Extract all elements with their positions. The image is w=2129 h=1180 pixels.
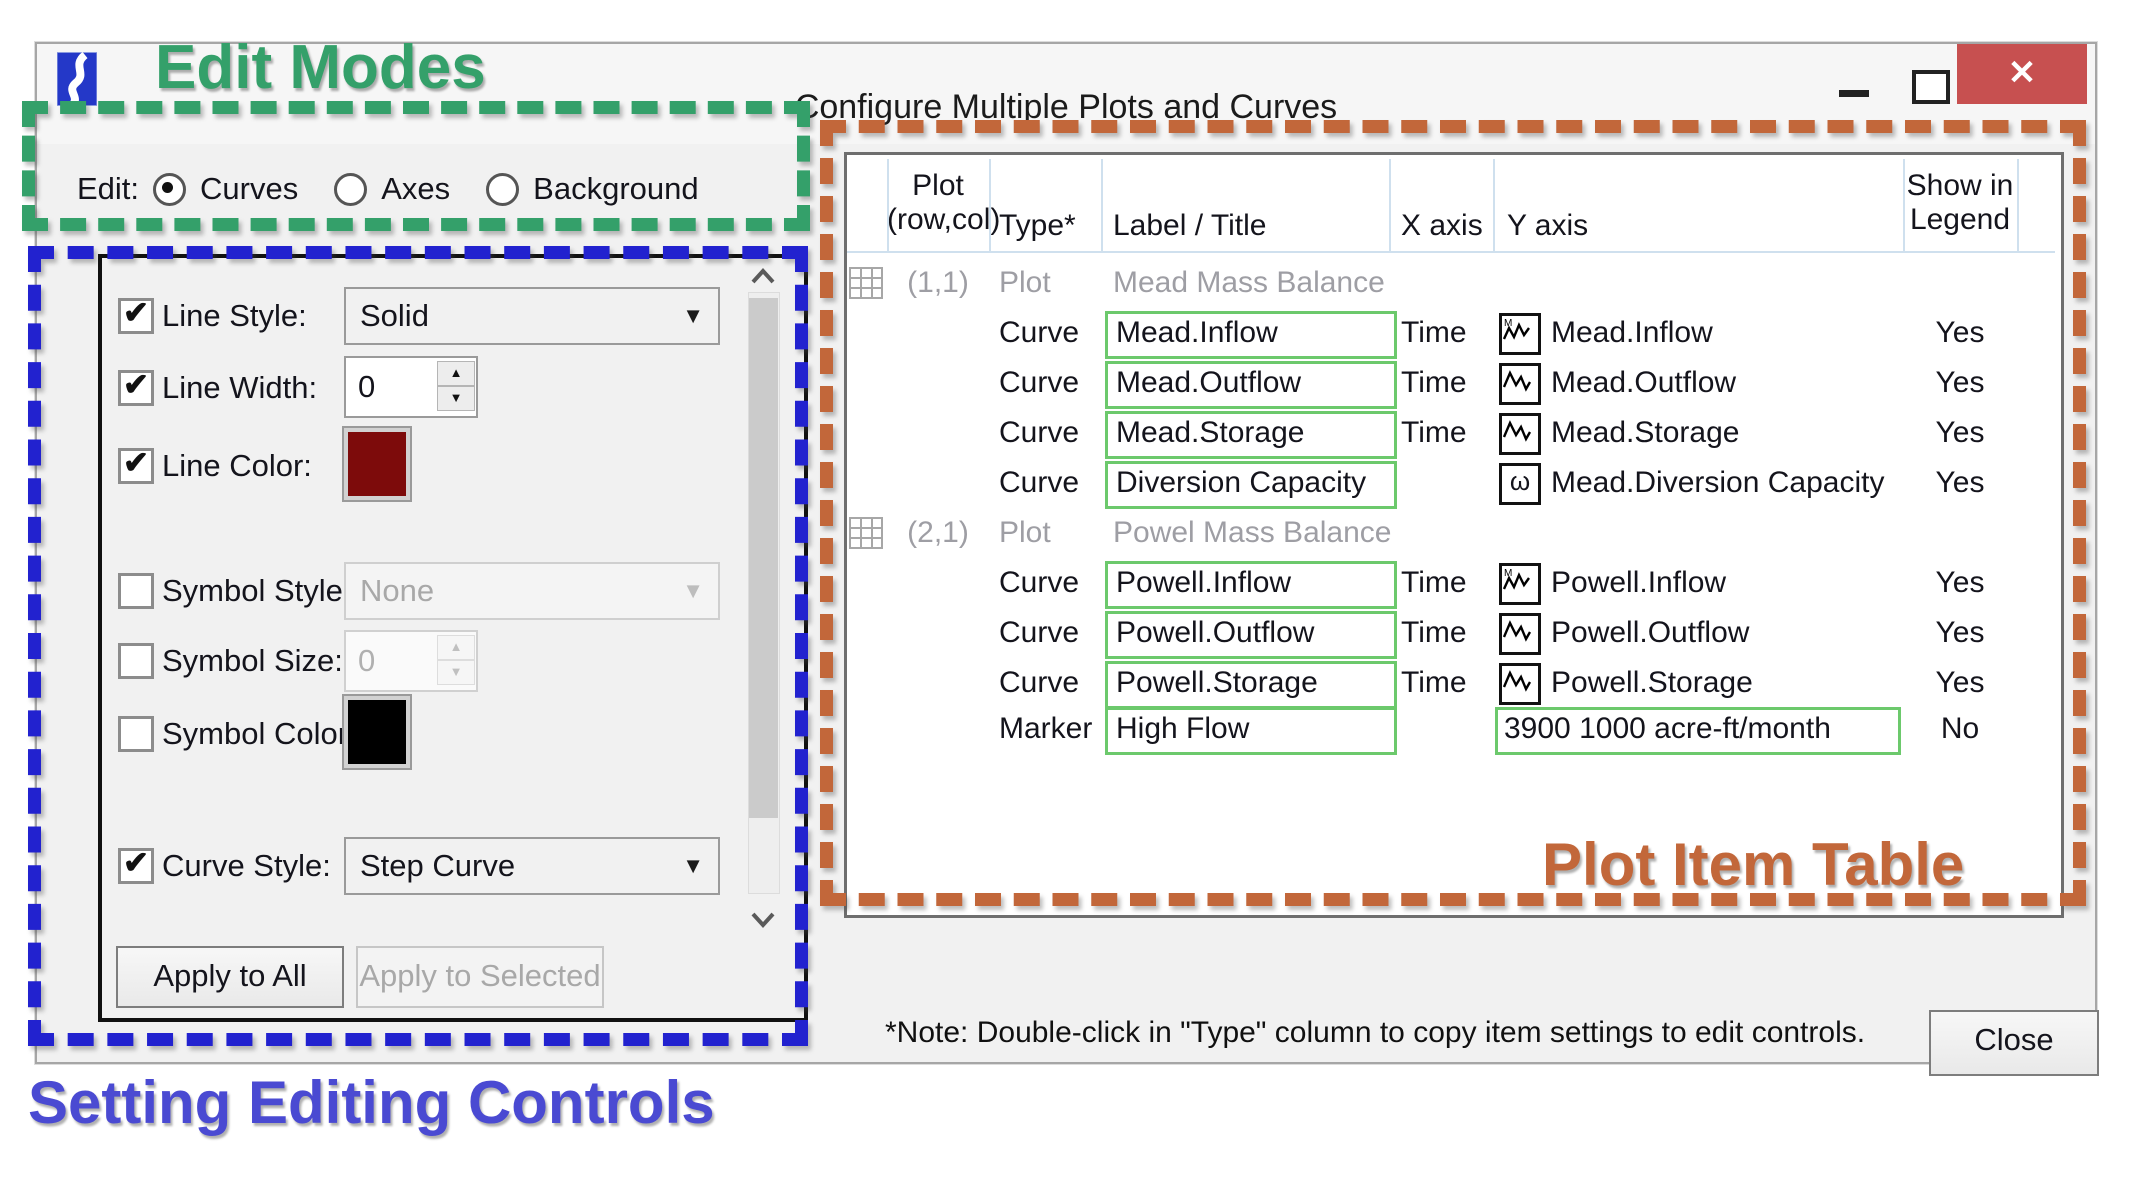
- plot-item-table-annotation-box: [820, 120, 2086, 906]
- edit-modes-annotation-box: [22, 101, 810, 231]
- close-button-label: Close: [1974, 1022, 2053, 1058]
- maximize-button[interactable]: [1899, 62, 1955, 108]
- maximize-icon: [1912, 70, 1950, 104]
- close-window-button[interactable]: ✕: [1957, 44, 2087, 104]
- minimize-icon: [1839, 90, 1869, 97]
- screenshot-root: Configure Multiple Plots and Curves ✕ Ed…: [0, 0, 2129, 1180]
- setting-controls-annotation-box: [28, 246, 808, 1046]
- close-x-icon: ✕: [2008, 54, 2037, 92]
- plot-item-table-caption: Plot Item Table: [1542, 830, 1964, 899]
- footnote: *Note: Double-click in "Type" column to …: [885, 1016, 1865, 1050]
- minimize-button[interactable]: [1827, 62, 1883, 108]
- edit-modes-caption: Edit Modes: [155, 32, 486, 103]
- setting-editing-controls-caption: Setting Editing Controls: [28, 1068, 715, 1137]
- close-button[interactable]: Close: [1929, 1010, 2099, 1076]
